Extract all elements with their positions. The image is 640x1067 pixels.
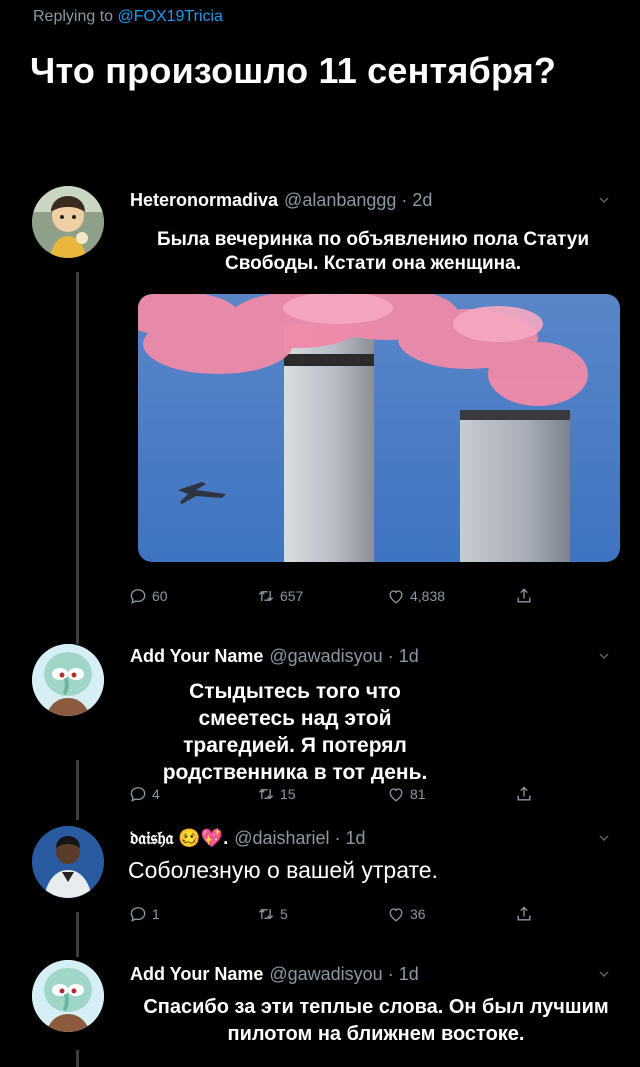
- avatar[interactable]: [32, 186, 104, 258]
- retweet-icon: [256, 784, 276, 804]
- tweet-actions: 60 657 4,838: [128, 586, 568, 610]
- share-icon: [514, 586, 534, 606]
- handle-timestamp: @daishariel · 1d: [234, 828, 366, 848]
- tweet-actions: 1 5 36: [128, 904, 568, 928]
- like-action[interactable]: 36: [386, 904, 426, 924]
- tweet-header: Add Your Name @gawadisyou · 1d: [130, 646, 419, 667]
- like-icon: [386, 784, 406, 804]
- retweet-icon: [256, 586, 276, 606]
- avatar[interactable]: [32, 644, 104, 716]
- tweet-text: Соболезную о вашей утрате.: [128, 857, 438, 883]
- tweet[interactable]: 𝔡𝔞𝔦𝔰𝔥𝔞 🥴💖. @daishariel · 1d Соболезную о …: [0, 820, 640, 950]
- avatar-image: [32, 960, 104, 1032]
- share-action[interactable]: [514, 904, 534, 924]
- retweet-action[interactable]: 15: [256, 784, 296, 804]
- tweet[interactable]: Heteronormadiva @alanbanggg · 2d Была веч…: [0, 0, 640, 640]
- share-icon: [514, 904, 534, 924]
- reply-action[interactable]: 1: [128, 904, 160, 924]
- like-action[interactable]: 81: [386, 784, 426, 804]
- avatar-image: [32, 186, 104, 258]
- reply-icon: [128, 904, 148, 924]
- towers-image: [138, 294, 620, 562]
- avatar[interactable]: [32, 960, 104, 1032]
- chevron-down-icon[interactable]: [598, 968, 610, 980]
- avatar-image: [32, 826, 104, 898]
- tweet[interactable]: Add Your Name @gawadisyou · 1d Спасибо за…: [0, 950, 640, 1067]
- tweet-actions: 4 15 81: [128, 784, 568, 808]
- display-name[interactable]: Heteronormadiva: [130, 190, 278, 210]
- handle-timestamp: @gawadisyou · 1d: [269, 646, 419, 666]
- tweet-header: Heteronormadiva @alanbanggg · 2d: [130, 190, 432, 211]
- tweet-header: Add Your Name @gawadisyou · 1d: [130, 964, 419, 985]
- chevron-down-icon[interactable]: [598, 832, 610, 844]
- tweet-text: Спасибо за эти теплые слова. Он был лучш…: [143, 996, 609, 1045]
- handle-timestamp: @gawadisyou · 1d: [269, 964, 419, 984]
- display-name[interactable]: 𝔡𝔞𝔦𝔰𝔥𝔞 🥴💖.: [130, 828, 228, 848]
- display-name[interactable]: Add Your Name: [130, 646, 263, 666]
- tweet-photo[interactable]: [138, 294, 620, 562]
- like-icon: [386, 904, 406, 924]
- retweet-icon: [256, 904, 276, 924]
- share-icon: [514, 784, 534, 804]
- handle-timestamp: @alanbanggg · 2d: [284, 190, 433, 210]
- tweet-text: Стыдытесь того что смеетесь над этой тра…: [162, 680, 428, 784]
- avatar[interactable]: [32, 826, 104, 898]
- chevron-down-icon[interactable]: [598, 650, 610, 662]
- tweet-header: 𝔡𝔞𝔦𝔰𝔥𝔞 🥴💖. @daishariel · 1d: [130, 828, 366, 849]
- tweet[interactable]: Add Your Name @gawadisyou · 1d Стыдытесь …: [0, 640, 640, 820]
- avatar-image: [32, 644, 104, 716]
- reply-action[interactable]: 4: [128, 784, 160, 804]
- share-action[interactable]: [514, 586, 534, 606]
- share-action[interactable]: [514, 784, 534, 804]
- display-name[interactable]: Add Your Name: [130, 964, 263, 984]
- retweet-action[interactable]: 657: [256, 586, 303, 606]
- reply-action[interactable]: 60: [128, 586, 168, 606]
- reply-icon: [128, 586, 148, 606]
- like-action[interactable]: 4,838: [386, 586, 445, 606]
- like-icon: [386, 586, 406, 606]
- retweet-action[interactable]: 5: [256, 904, 288, 924]
- chevron-down-icon[interactable]: [598, 194, 610, 206]
- reply-icon: [128, 784, 148, 804]
- tweet-text: Была вечеринка по объявлению пола Статуи…: [156, 229, 590, 274]
